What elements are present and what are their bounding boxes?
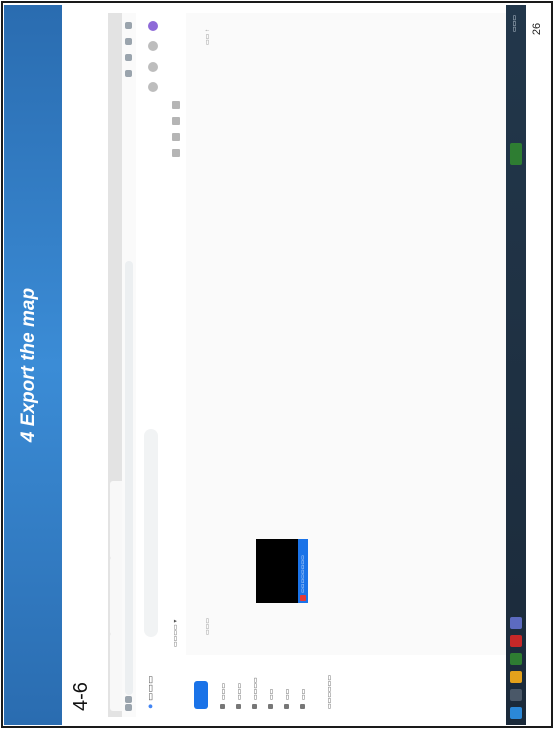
browser-tab[interactable]	[110, 481, 122, 559]
taskbar-app-icon[interactable]	[510, 689, 522, 701]
sidebar-item[interactable]: ▭▭▭	[236, 683, 243, 709]
extension-icon[interactable]	[125, 70, 132, 77]
page-number: 26	[531, 22, 544, 36]
search-input[interactable]	[144, 429, 158, 637]
folder-icon	[268, 704, 273, 709]
system-clock[interactable]: ▭▭▭	[511, 15, 518, 32]
view-icon[interactable]	[172, 149, 180, 157]
folder-icon	[236, 704, 241, 709]
settings-icon[interactable]	[148, 61, 158, 72]
section-label: ▭▭▭	[205, 617, 211, 635]
back-icon[interactable]	[125, 704, 132, 711]
browser-tab[interactable]	[110, 557, 122, 635]
taskbar-app-icon[interactable]	[510, 653, 522, 665]
browser-screenshot: ● ▭▭▭ ▭▭▭▭ ▾ ▭▭▭ ▭▭▭ ▭▭▭▭ ▭▭ ▭▭ ▭▭ ▭▭▭▭▭…	[108, 13, 520, 717]
browser-toolbar	[122, 13, 137, 717]
reload-icon[interactable]	[125, 696, 132, 703]
sidebar-item[interactable]: ▭▭▭	[220, 683, 227, 709]
info-icon[interactable]	[172, 133, 180, 141]
address-bar[interactable]	[125, 261, 133, 695]
extension-icon[interactable]	[125, 54, 132, 61]
profile-icon[interactable]	[125, 38, 132, 45]
slide-content: 4 Export the map 4-6 ● ▭▭▭ ▭▭▭▭ ▾ ▭▭▭ ▭▭…	[4, 5, 526, 725]
app-logo[interactable]: ● ▭▭▭	[145, 676, 156, 709]
avatar[interactable]	[148, 21, 158, 31]
help-icon[interactable]	[148, 82, 158, 93]
header-icons	[145, 21, 163, 98]
breadcrumb[interactable]: ▭▭▭▭ ▾	[172, 620, 179, 647]
browser-tab-bar	[108, 13, 122, 717]
new-button[interactable]	[194, 681, 208, 709]
windows-taskbar: ▭▭▭	[506, 5, 526, 725]
file-thumbnail[interactable]	[256, 539, 298, 603]
content-toolbar: ▭▭▭▭ ▾	[166, 13, 187, 717]
file-area: ▭▭▭ ▭▭ ↑ ▭▭▭▭▭▭▭▭	[186, 13, 520, 655]
sidebar-item[interactable]: ▭▭	[284, 689, 291, 709]
trash-icon	[300, 704, 305, 709]
title-banner: 4 Export the map	[4, 5, 62, 725]
taskbar-app-icon[interactable]	[510, 617, 522, 629]
sidebar: ▭▭▭ ▭▭▭ ▭▭▭▭ ▭▭ ▭▭ ▭▭ ▭▭▭▭▭▭	[186, 655, 520, 717]
sidebar-item[interactable]: ▭▭	[300, 689, 307, 709]
file-type-icon	[300, 595, 306, 601]
file-name-bar[interactable]: ▭▭▭▭▭▭▭▭	[298, 539, 308, 603]
folder-icon	[220, 704, 225, 709]
sidebar-item[interactable]: ▭▭	[268, 689, 275, 709]
menu-icon[interactable]	[125, 22, 132, 29]
taskbar-app-icon[interactable]	[510, 143, 522, 165]
sidebar-item[interactable]: ▭▭▭▭	[252, 677, 259, 709]
taskbar-app-icon[interactable]	[510, 671, 522, 683]
more-icon[interactable]	[172, 101, 180, 109]
folder-icon	[252, 704, 257, 709]
apps-icon[interactable]	[148, 41, 158, 52]
app-header: ● ▭▭▭	[136, 13, 167, 717]
folder-icon	[284, 704, 289, 709]
slide-title: 4 Export the map	[18, 287, 39, 443]
browser-tab[interactable]	[110, 633, 122, 711]
taskbar-app-icon[interactable]	[510, 635, 522, 647]
step-label: 4-6	[70, 682, 92, 711]
start-icon[interactable]	[510, 707, 522, 719]
share-icon[interactable]	[172, 117, 180, 125]
storage-meter: ▭▭▭▭▭▭	[327, 674, 333, 709]
sort-control[interactable]: ▭▭ ↑	[204, 29, 211, 45]
